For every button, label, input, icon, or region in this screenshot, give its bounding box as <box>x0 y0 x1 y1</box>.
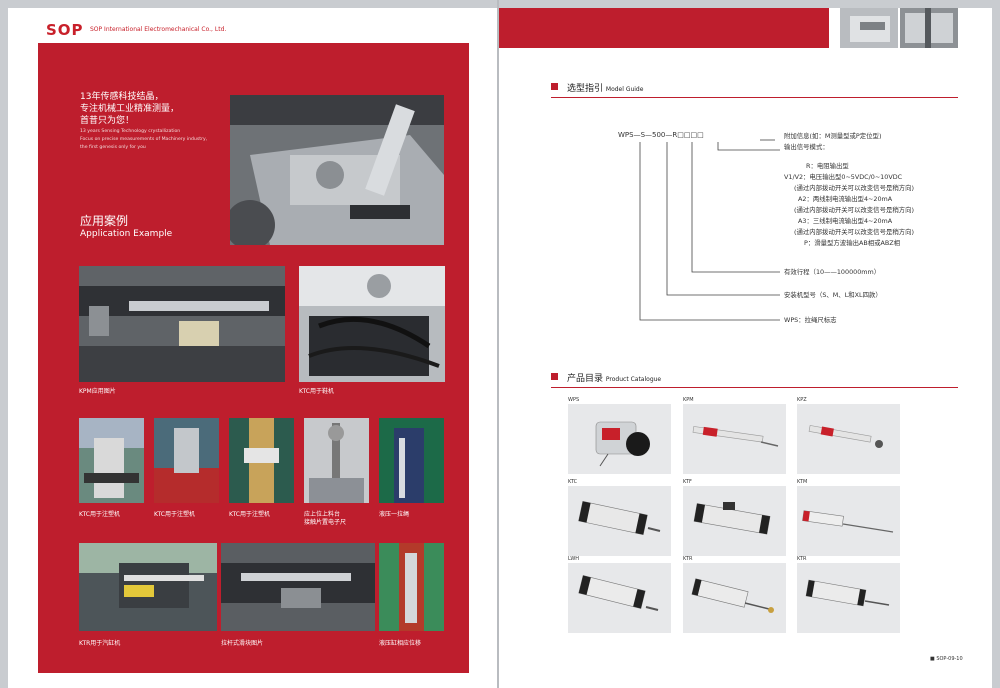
ktc-photo-c <box>229 418 294 503</box>
caption-motor-line: 应上位上料台 接触片置电子尺 <box>304 511 347 526</box>
caption-kpm: KPM应用图片 <box>79 388 116 395</box>
cat-label-ktr-1: KTR <box>683 556 693 562</box>
catalogue-marker <box>551 373 558 380</box>
caption-ktc-c: KTC用于注塑机 <box>229 511 270 518</box>
slogan-en: 13 years Sensing Technology crystallizat… <box>80 129 208 150</box>
cat-label-ktf: KTF <box>683 479 692 485</box>
product-ktr-1 <box>683 563 786 633</box>
catalogue-title: 产品目录 Product Catalogue <box>567 374 662 384</box>
stroke-spec: 有效行程（10——100000mm） <box>784 268 881 276</box>
model-guide-marker <box>551 83 558 90</box>
cat-label-ktc: KTC <box>568 479 578 485</box>
product-kpm <box>683 404 786 474</box>
product-ktc <box>568 486 671 556</box>
product-kpz <box>797 404 900 474</box>
catalogue-rule <box>551 387 958 388</box>
section-title-cn: 应用案例 <box>80 214 129 228</box>
cat-label-wps: WPS <box>568 397 580 403</box>
ktc-photo-b <box>154 418 219 503</box>
model-guide-connectors <box>639 139 780 321</box>
caption-ktc-shoe: KTC用于鞋机 <box>299 388 334 395</box>
kpm-photo <box>79 266 285 382</box>
caption-hydraulic: 液压缸相应位移 <box>379 640 422 647</box>
ktc-shoe-photo <box>299 266 445 382</box>
ktr-cylinder-photo <box>79 543 217 631</box>
product-lwh <box>568 563 671 633</box>
hydraulic-photo <box>379 543 444 631</box>
header-thumb-1 <box>840 8 898 48</box>
sop-logo: SOP <box>46 21 84 39</box>
pull-type-photo <box>221 543 375 631</box>
hero-photo <box>230 95 444 245</box>
caption-mold: 液压一拉绳 <box>379 511 410 518</box>
caption-ktc-a: KTC用于注塑机 <box>79 511 120 518</box>
cat-label-kpm: KPM <box>683 397 694 403</box>
cat-label-kpz: KPZ <box>797 397 807 403</box>
product-ktr-2 <box>797 563 900 633</box>
model-guide-options: 附加信息(如：M测量型或P定位型) 输出信号模式： <box>784 132 882 151</box>
product-ktf <box>683 486 786 556</box>
caption-ktr-cylinder: KTR用于汽缸机 <box>79 640 121 647</box>
section-title-en: Application Example <box>80 229 173 239</box>
company-name: SOP International Electromechanical Co.,… <box>90 26 227 33</box>
ktc-photo-a <box>79 418 144 503</box>
brand-spec: WPS：拉绳尺标志 <box>784 316 837 324</box>
cat-label-lwh: LWH <box>568 556 580 562</box>
caption-pull-type: 拉杆式滑块图片 <box>221 640 264 647</box>
product-wps <box>568 404 671 474</box>
caption-ktc-b: KTC用于注塑机 <box>154 511 195 518</box>
output-signal-list: R：电阻输出型 V1/V2：电压输出型0~5VDC/0~10VDC (通过内部拨… <box>784 162 915 247</box>
page-number: ■ SOP-09-10 <box>930 656 963 662</box>
header-red-bar <box>499 8 829 48</box>
product-ktm <box>797 486 900 556</box>
cat-label-ktm: KTM <box>797 479 808 485</box>
model-guide-title: 选型指引 Model Guide <box>567 84 644 94</box>
cat-label-ktr-2: KTR <box>797 556 807 562</box>
mold-photo <box>379 418 444 503</box>
motor-line-photo <box>304 418 369 503</box>
model-guide-rule <box>551 97 958 98</box>
header-thumb-2 <box>900 8 958 48</box>
slogan-cn: 13年传感科技结晶， 专注机械工业精准测量， 首昔只为您！ <box>80 92 180 126</box>
install-spec: 安装机型号（S、M、L和XL四款） <box>784 291 882 299</box>
